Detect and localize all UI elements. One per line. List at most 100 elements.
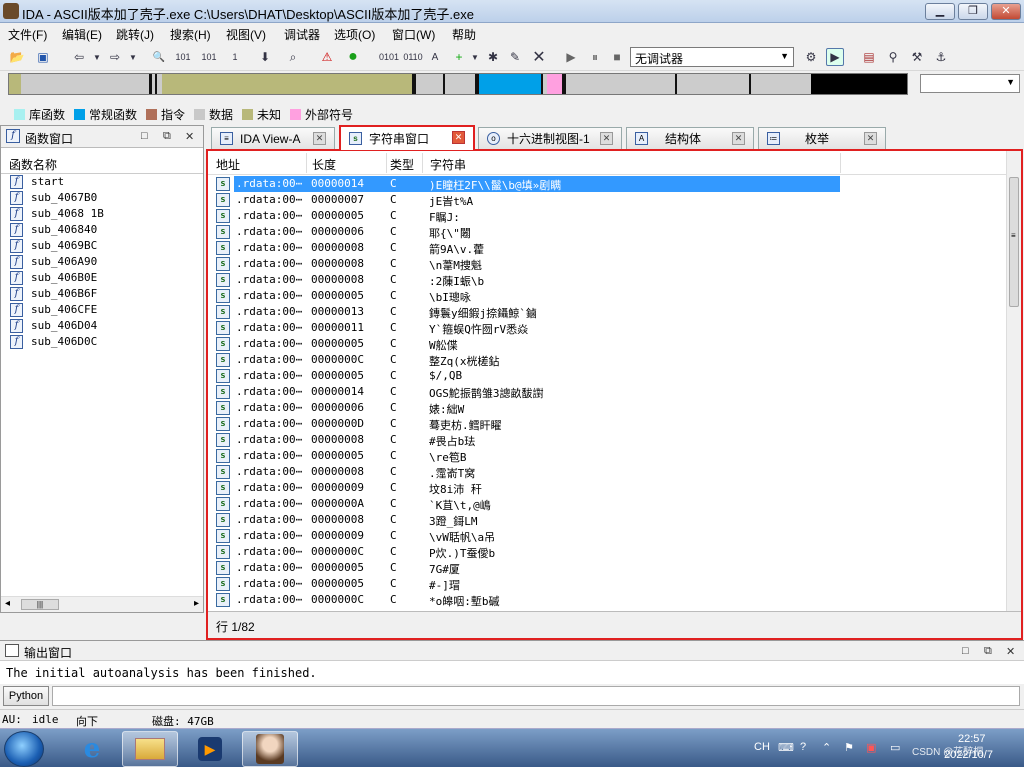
string-row[interactable]: s .rdata:00⋯ 00000014 C)E瞳枉2F\\鬣\b@填»剧瞒 — [208, 176, 1008, 192]
menu-window[interactable]: 窗口(W) — [392, 26, 435, 43]
debug-run-icon[interactable]: ▶ — [826, 48, 844, 66]
string-row[interactable]: s .rdata:00⋯ 0000000A C `K苴\t,@嶋 — [208, 496, 1008, 512]
panel-float-icon[interactable]: ⧉ — [984, 645, 992, 658]
function-item[interactable]: f sub_406B6F — [1, 286, 203, 302]
string-row[interactable]: s .rdata:00⋯ 00000013 C 鏄鬟y细鍜j捺鑷鯨`鏀 — [208, 304, 1008, 320]
tools-icon[interactable]: ⚒ — [908, 48, 926, 66]
edit-icon[interactable]: ✎ — [506, 48, 524, 66]
string-row[interactable]: s .rdata:00⋯ 00000006 C 耶{\"闂 — [208, 224, 1008, 240]
string-row[interactable]: s .rdata:00⋯ 00000005 C #-]瑁 — [208, 576, 1008, 592]
function-item[interactable]: f start — [1, 174, 203, 190]
menu-file[interactable]: 文件(F) — [8, 26, 47, 43]
plugin-icon[interactable]: ⚲ — [884, 48, 902, 66]
code-icon[interactable]: 0101 — [379, 48, 399, 66]
maximize-button[interactable]: ❐ — [958, 3, 988, 20]
save-icon[interactable]: ▣ — [34, 48, 52, 66]
menu-search[interactable]: 搜索(H) — [170, 26, 211, 43]
back-icon[interactable]: ⇦ — [70, 48, 88, 66]
scroll-right-icon[interactable]: ▸ — [194, 598, 199, 609]
network-icon[interactable]: ▣ — [866, 741, 876, 754]
function-item[interactable]: f sub_406D04 — [1, 318, 203, 334]
tab-structures[interactable]: A 结构体 ✕ — [626, 127, 754, 149]
string-row[interactable]: s .rdata:00⋯ 00000008 C 箭9A\v.藿 — [208, 240, 1008, 256]
report-icon[interactable]: ▤ — [860, 48, 878, 66]
string-row[interactable]: s .rdata:00⋯ 0000000C C P炊.)T蚕僾b — [208, 544, 1008, 560]
warning-icon[interactable]: ⚠ — [318, 48, 336, 66]
string-row[interactable]: s .rdata:00⋯ 00000008 C #畏占b珐 — [208, 432, 1008, 448]
scroll-thumb[interactable] — [1009, 177, 1019, 307]
nav-band-select[interactable]: ▼ — [920, 74, 1020, 93]
ida-taskbar-icon[interactable] — [242, 731, 298, 767]
menu-options[interactable]: 选项(O) — [334, 26, 375, 43]
function-item[interactable]: f sub_406CFE — [1, 302, 203, 318]
column-length[interactable]: 长度 — [312, 156, 336, 173]
minimize-button[interactable]: ▁ — [925, 3, 955, 20]
string-row[interactable]: s .rdata:00⋯ 00000007 CjE峕t%A — [208, 192, 1008, 208]
close-button[interactable]: ✕ — [991, 3, 1021, 20]
string-icon[interactable]: A — [426, 48, 444, 66]
command-input[interactable] — [52, 686, 1020, 706]
string-row[interactable]: s .rdata:00⋯ 00000008 C \n葦M捜魁 — [208, 256, 1008, 272]
string-row[interactable]: s .rdata:00⋯ 0000000C C 整Zq(x桄槎鉆 — [208, 352, 1008, 368]
function-item[interactable]: f sub_406D0C — [1, 334, 203, 350]
tab-enums[interactable]: ≔ 枚举 ✕ — [758, 127, 886, 149]
horizontal-scrollbar[interactable]: ◂ ||| ▸ — [1, 596, 203, 612]
media-taskbar-icon[interactable]: ▶ — [182, 731, 238, 767]
clock-date[interactable]: 2022/10/7 — [944, 749, 993, 761]
column-string[interactable]: 字符串 — [430, 156, 466, 173]
help-icon[interactable]: ? — [800, 741, 806, 753]
panel-minimize-icon[interactable]: □ — [141, 130, 148, 142]
string-row[interactable]: s .rdata:00⋯ 00000008 C:2蔯I蜄\b — [208, 272, 1008, 288]
panel-minimize-icon[interactable]: □ — [962, 645, 969, 657]
menu-help[interactable]: 帮助 — [452, 26, 476, 43]
function-item[interactable]: f sub_4067B0 — [1, 190, 203, 206]
string-row[interactable]: s .rdata:00⋯ 00000008 C 3蹬_鎶LM — [208, 512, 1008, 528]
data-icon[interactable]: 0110 — [403, 48, 422, 66]
search-immediate-icon[interactable]: 101 — [200, 48, 218, 66]
debug-attach-icon[interactable]: ⚙ — [802, 48, 820, 66]
column-type[interactable]: 类型 — [390, 156, 414, 173]
function-item[interactable]: f sub_406B0E — [1, 270, 203, 286]
string-row[interactable]: s .rdata:00⋯ 00000005 C 7G#厦 — [208, 560, 1008, 576]
debugger-select[interactable]: 无调试器 ▼ — [630, 47, 794, 67]
flag-icon[interactable]: ⚑ — [844, 741, 854, 754]
play-icon[interactable]: ▶ — [562, 48, 580, 66]
string-row[interactable]: s .rdata:00⋯ 00000014 C OGS鮀振鹊雏3謥畝馛譵 — [208, 384, 1008, 400]
vertical-scrollbar[interactable]: ≡ — [1006, 151, 1021, 611]
delete-icon[interactable]: ✕ — [530, 48, 548, 66]
string-row[interactable]: s .rdata:00⋯ 0000000D C 蓦吏枋.鳕盰矅 — [208, 416, 1008, 432]
column-address[interactable]: 地址 — [216, 156, 240, 173]
tab-close-icon[interactable]: ✕ — [313, 132, 326, 145]
search-binary-icon[interactable]: 101 — [174, 48, 192, 66]
add-dropdown-icon[interactable]: ▼ — [466, 48, 484, 66]
string-row[interactable]: s .rdata:00⋯ 00000008 C .霪嵛T窝 — [208, 464, 1008, 480]
search-next-icon[interactable]: 1 — [226, 48, 244, 66]
string-row[interactable]: s .rdata:00⋯ 00000006 C 婊:絀W — [208, 400, 1008, 416]
forward-icon[interactable]: ⇨ — [106, 48, 124, 66]
tab-strings[interactable]: s 字符串窗口 ✕ — [339, 125, 475, 150]
string-row[interactable]: s .rdata:00⋯ 00000011 C Y`箍蜈Q忤囫rV悉焱 — [208, 320, 1008, 336]
function-item[interactable]: f sub_4068 1B — [1, 206, 203, 222]
keyboard-icon[interactable]: ⌨ — [778, 741, 794, 754]
start-button[interactable] — [4, 731, 44, 767]
string-row[interactable]: s .rdata:00⋯ 00000009 C 坟8i沛 秆 — [208, 480, 1008, 496]
language-indicator[interactable]: CH — [754, 741, 770, 753]
tab-ida-view[interactable]: ≡ IDA View-A ✕ — [211, 127, 335, 149]
menu-view[interactable]: 视图(V) — [226, 26, 266, 43]
string-row[interactable]: s .rdata:00⋯ 00000005 C F瞩J: — [208, 208, 1008, 224]
scroll-thumb[interactable]: ||| — [21, 599, 59, 610]
stop-icon[interactable]: ■ — [608, 48, 626, 66]
string-row[interactable]: s .rdata:00⋯ 0000000C C *o皞咽:塹b磩 — [208, 592, 1008, 608]
run-circle-icon[interactable]: ● — [344, 48, 362, 66]
python-button[interactable]: Python — [3, 686, 49, 706]
open-icon[interactable]: 📂 — [8, 48, 26, 66]
layout-icon[interactable]: ⚓ — [932, 48, 950, 66]
tab-close-icon[interactable]: ✕ — [452, 131, 465, 144]
tab-hex-view[interactable]: o 十六进制视图-1 ✕ — [478, 127, 622, 149]
function-item[interactable]: f sub_406A90 — [1, 254, 203, 270]
string-row[interactable]: s .rdata:00⋯ 00000005 C \bI璁咏 — [208, 288, 1008, 304]
clock-time[interactable]: 22:57 — [958, 733, 986, 745]
panel-close-icon[interactable]: ✕ — [185, 130, 194, 143]
back-dropdown-icon[interactable]: ▼ — [88, 48, 106, 66]
string-row[interactable]: s .rdata:00⋯ 00000005 C W舩偞 — [208, 336, 1008, 352]
